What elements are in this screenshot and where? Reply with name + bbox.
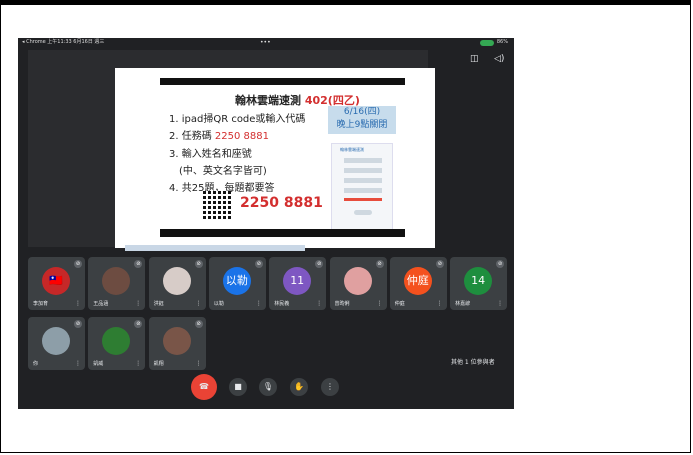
participant-tile[interactable]: 🇹🇼 ⊘ 李加育 ⋮	[28, 257, 85, 310]
participant-menu-icon[interactable]: ⋮	[196, 300, 202, 307]
mic-off-icon: ⊘	[134, 320, 143, 328]
presentation-slide: 翰林雲端速測 402(四乙) 1. ipad掃QR code或輸入代碼 2. 任…	[115, 68, 435, 248]
avatar: 仲庭	[403, 267, 432, 295]
slide-line-2: 2. 任務碼 2250 8881	[169, 131, 269, 142]
participant-menu-icon[interactable]: ⋮	[75, 300, 81, 307]
form-field	[344, 198, 382, 201]
participant-name: 王品涵	[93, 301, 109, 307]
status-right: 86%	[479, 38, 508, 47]
camera-button[interactable]: ■	[229, 378, 247, 396]
participant-menu-icon[interactable]: ⋮	[316, 300, 322, 307]
participant-name: 仲庭	[394, 301, 405, 307]
participant-tile[interactable]: ⊘ 洪鈺 ⋮	[148, 257, 206, 310]
participant-name: 林民義	[274, 301, 290, 307]
more-options-button[interactable]: ⋮	[321, 378, 339, 396]
form-preview: 翰林雲端速測	[331, 143, 393, 235]
avatar	[162, 327, 191, 355]
qr-code-icon	[203, 191, 231, 219]
meet-screen: ◂ Chrome 上午11:33 6月16日 週三 ••• 86% ⌄ bry-…	[18, 38, 514, 409]
participant-name: 李加育	[33, 301, 49, 307]
participant-name: 你	[33, 361, 39, 367]
avatar	[162, 267, 191, 295]
more-icon: ⋮	[326, 382, 334, 391]
battery-level: 86%	[496, 39, 508, 45]
mic-off-icon: ⊘	[254, 260, 263, 268]
participant-name: 洪鈺	[153, 301, 164, 307]
participant-menu-icon[interactable]: ⋮	[135, 300, 141, 307]
slide-line-1: 1. ipad掃QR code或輸入代碼	[169, 114, 306, 125]
avatar: 14	[464, 267, 493, 295]
participant-menu-icon[interactable]: ⋮	[75, 360, 81, 367]
avatar	[102, 267, 131, 295]
speaker-icon[interactable]: ◁)	[494, 54, 504, 64]
participant-tile[interactable]: 仲庭 ⊘ 仲庭 ⋮	[389, 257, 447, 310]
participant-name: 曾昀俐	[334, 301, 350, 307]
mic-off-icon: ⊘	[375, 260, 384, 268]
participant-tile[interactable]: 11 ⊘ 林民義 ⋮	[269, 257, 327, 310]
avatar: 🇹🇼	[42, 267, 70, 295]
participant-menu-icon[interactable]: ⋮	[135, 360, 141, 367]
mic-off-icon: ⊘	[74, 320, 82, 328]
slide-toolbar	[125, 245, 305, 251]
video-icon: ■	[234, 382, 242, 391]
participant-menu-icon[interactable]: ⋮	[196, 360, 202, 367]
participant-name: 以勒	[213, 301, 224, 307]
participant-tile[interactable]: ⊘ 凱威 ⋮	[88, 317, 146, 370]
participant-tile[interactable]: ⊘ 王品涵 ⋮	[88, 257, 146, 310]
participant-name: 凱威	[93, 361, 104, 367]
avatar: 11	[283, 267, 312, 295]
participant-menu-icon[interactable]: ⋮	[437, 300, 443, 307]
participant-tile[interactable]: ⊘ 你 ⋮	[28, 317, 85, 370]
slide-top-bar	[160, 78, 405, 85]
mic-off-icon: ⊘	[435, 260, 444, 268]
mic-off-icon: ⊘	[315, 260, 324, 268]
form-field	[344, 158, 382, 163]
end-call-button[interactable]: ☎	[191, 374, 217, 400]
participant-tile[interactable]: 14 ⊘ 林嘉諺 ⋮	[450, 257, 508, 310]
participant-menu-icon[interactable]: ⋮	[256, 300, 262, 307]
mic-off-icon: ⊘	[194, 260, 203, 268]
participant-menu-icon[interactable]: ⋮	[377, 300, 383, 307]
participant-menu-icon[interactable]: ⋮	[497, 300, 503, 307]
call-indicator-icon	[479, 39, 494, 46]
avatar	[343, 267, 372, 295]
mic-off-icon: ⊘	[194, 320, 203, 328]
form-button	[354, 210, 372, 215]
participant-name: 凱翔	[153, 361, 164, 367]
task-code-large: 2250 8881	[240, 195, 323, 211]
avatar	[42, 327, 70, 355]
raise-hand-button[interactable]: ✋	[290, 378, 308, 396]
avatar: 以勒	[222, 267, 251, 295]
others-count[interactable]: 其他 1 位參與者	[451, 357, 495, 366]
mic-off-icon: ⊘	[134, 260, 143, 268]
participant-tile[interactable]: ⊘ 凱翔 ⋮	[148, 317, 206, 370]
form-field	[344, 188, 382, 193]
form-field	[344, 178, 382, 183]
slide-bottom-bar	[160, 229, 405, 237]
form-field	[344, 168, 382, 173]
slide-line-3b: (中、英文名字皆可)	[179, 166, 267, 177]
presentation-area: 翰林雲端速測 402(四乙) 1. ipad掃QR code或輸入代碼 2. 任…	[28, 50, 435, 251]
hand-icon: ✋	[294, 382, 304, 391]
status-center: •••	[260, 39, 271, 46]
ios-status-bar: ◂ Chrome 上午11:33 6月16日 週三 ••• 86%	[18, 38, 514, 47]
avatar	[102, 327, 131, 355]
deadline-box: 6/16(四) 晚上9點關閉	[328, 106, 396, 134]
mic-off-icon: ⊘	[74, 260, 82, 268]
form-title: 翰林雲端速測	[340, 147, 364, 152]
mic-button[interactable]: 🎙	[259, 378, 277, 396]
mic-icon: 🎙	[262, 382, 274, 391]
participant-tile[interactable]: ⊘ 曾昀俐 ⋮	[329, 257, 387, 310]
slide-line-3: 3. 輸入姓名和座號	[169, 149, 252, 160]
participant-tile[interactable]: 以勒 ⊘ 以勒 ⋮	[208, 257, 266, 310]
participant-name: 林嘉諺	[455, 301, 471, 307]
phone-icon: ☎	[199, 382, 209, 391]
mic-off-icon: ⊘	[496, 260, 505, 268]
status-left: ◂ Chrome 上午11:33 6月16日 週三	[22, 39, 105, 45]
camera-flip-icon[interactable]: ◫	[470, 54, 479, 64]
